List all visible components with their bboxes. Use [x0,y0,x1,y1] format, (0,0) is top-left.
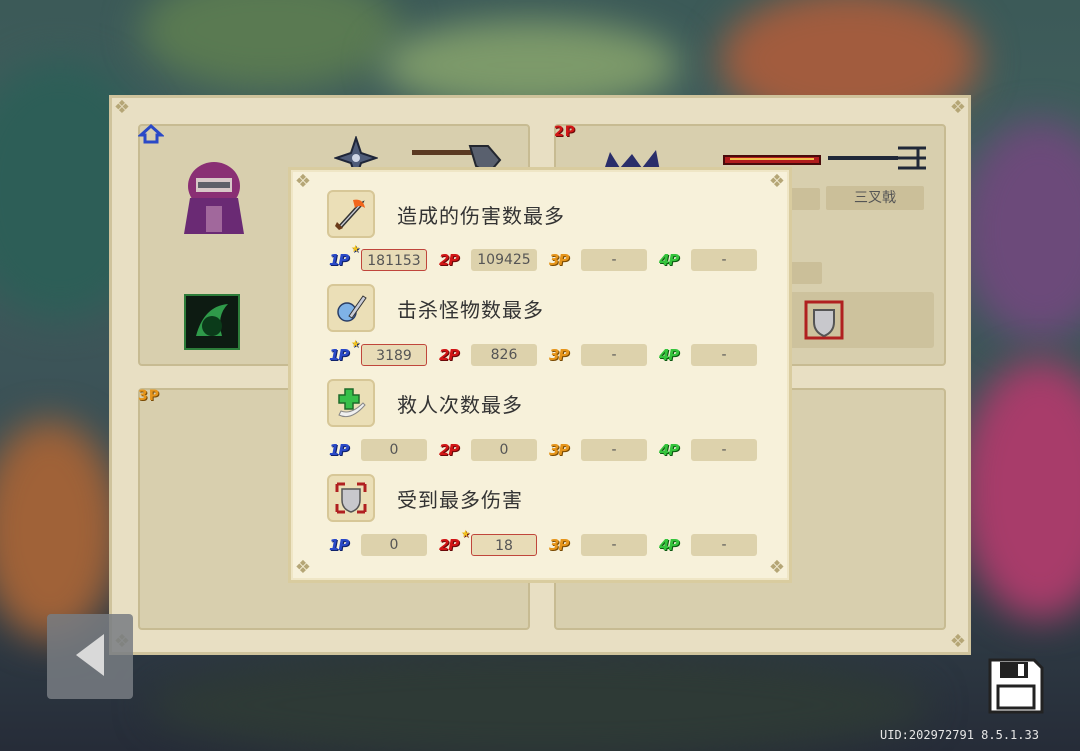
stat-category-damage-taken: 受到最多伤害 [327,472,523,524]
flaming-sword-icon [327,190,375,238]
back-arrow-icon [70,632,110,682]
player-1-value: 181153 [361,249,427,271]
player-3-label: 3P [549,346,569,364]
player-1-label: 1P [329,536,349,554]
stat-values-row: 1P 0 2P ★ 18 3P - 4P - [329,529,769,557]
corner-ornament: ❖ [768,171,786,192]
corner-ornament: ❖ [768,557,786,578]
player-3-label: 3P [549,536,569,554]
player-4-label: 4P [659,536,679,554]
corner-ornament: ❖ [949,97,967,118]
save-disk-icon [986,658,1046,720]
player-2-label: 2P ★ [439,529,470,554]
corner-ornament: ❖ [113,97,131,118]
player-1-value: 0 [361,534,427,556]
best-star-icon: ★ [461,529,470,540]
player-4-value: - [691,439,757,461]
category-title: 受到最多伤害 [397,487,523,512]
player-4-label: 4P [659,346,679,364]
player-2-value: 0 [471,439,537,461]
player-3-value: - [581,534,647,556]
player-1-label: 1P ★ [329,244,360,269]
player-1-value: 3189 [361,344,427,366]
back-button[interactable] [47,614,133,699]
player-2-value: 826 [471,344,537,366]
skill-icon [184,294,240,350]
player-4-value: - [691,344,757,366]
cracked-shield-icon [327,474,375,522]
uid-version-text: UID:202972791 8.5.1.33 [880,728,1039,742]
player-1-label: 1P ★ [329,339,360,364]
save-button[interactable] [986,656,1046,716]
player-3-tag: 3P [138,388,161,404]
player-3-value: - [581,344,647,366]
player-2-value: 109425 [471,249,537,271]
match-stats-popup: ❖ ❖ ❖ ❖ 造成的伤害数最多 1P ★ 181153 2P 109425 3P… [288,167,792,583]
player-2-label: 2P [439,346,459,364]
home-icon [137,123,165,149]
character-portrait [178,156,250,238]
stat-values-row: 1P 0 2P 0 3P - 4P - [329,438,769,462]
stat-values-row: 1P ★ 3189 2P 826 3P - 4P - [329,339,769,367]
player-2-tag: 2P [554,124,577,140]
player-1-value: 0 [361,439,427,461]
player-4-label: 4P [659,441,679,459]
corner-ornament: ❖ [294,557,312,578]
ghost-sword-icon [327,284,375,332]
player-3-value: - [581,439,647,461]
stat-values-row: 1P ★ 181153 2P 109425 3P - 4P - [329,244,769,272]
player-3-value: - [581,249,647,271]
weapon-label: 三叉戟 [826,186,924,210]
corner-ornament: ❖ [294,171,312,192]
player-1-label: 1P [329,441,349,459]
player-2-label: 2P [439,441,459,459]
cracked-shield-icon [804,300,844,344]
best-star-icon: ★ [351,339,360,350]
player-3-label: 3P [549,251,569,269]
trident-weapon-icon [826,142,930,178]
skill-panel [778,292,934,348]
medic-cross-icon [327,379,375,427]
player-2-label: 2P [439,251,459,269]
player-2-value: 18 [471,534,537,556]
stat-category-damage-dealt: 造成的伤害数最多 [327,188,565,240]
stat-category-revives: 救人次数最多 [327,377,523,429]
category-title: 救人次数最多 [397,392,523,417]
stat-category-monsters-killed: 击杀怪物数最多 [327,282,544,334]
player-4-label: 4P [659,251,679,269]
player-4-value: - [691,249,757,271]
category-title: 造成的伤害数最多 [397,203,565,228]
player-3-label: 3P [549,441,569,459]
corner-ornament: ❖ [949,631,967,652]
player-4-value: - [691,534,757,556]
best-star-icon: ★ [351,244,360,255]
category-title: 击杀怪物数最多 [397,297,544,322]
